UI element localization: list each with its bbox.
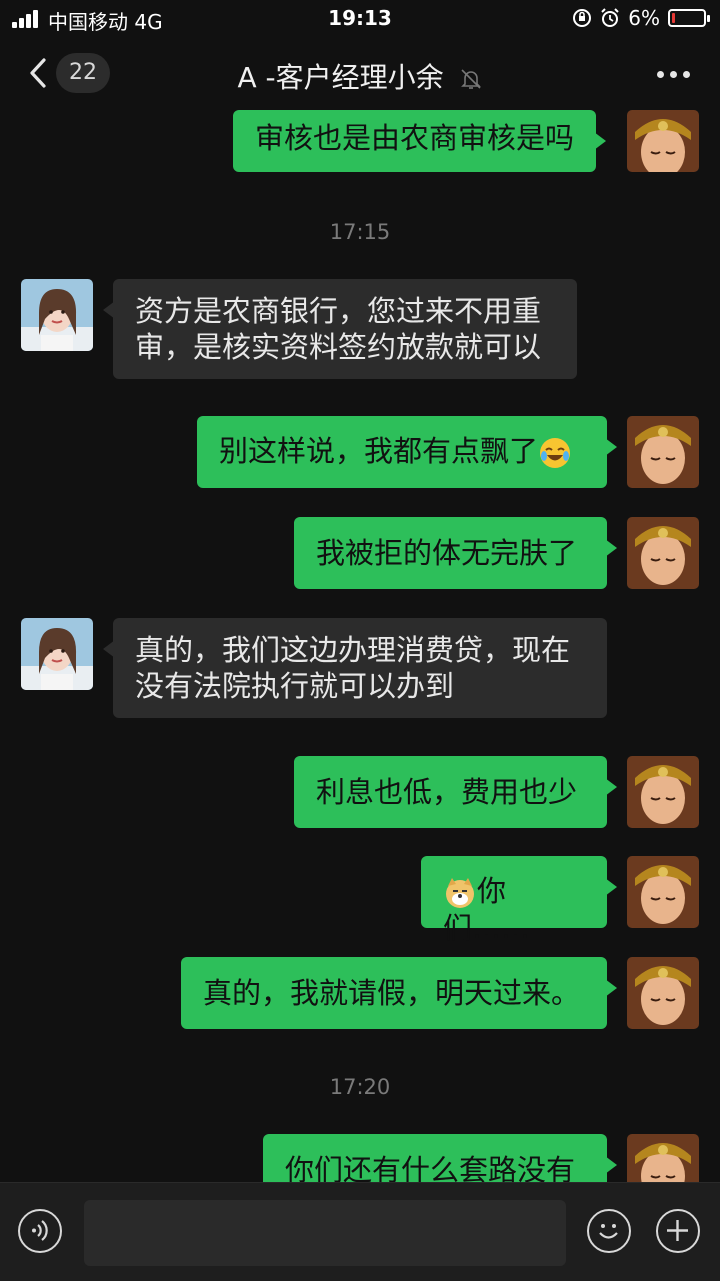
my-avatar[interactable] (627, 517, 699, 589)
chat-title: A -客户经理小余 (237, 61, 444, 94)
timestamp: 17:15 (329, 220, 391, 244)
message-bubble[interactable]: 我被拒的体无完肤了 (294, 517, 617, 589)
my-avatar[interactable] (627, 110, 699, 172)
my-avatar[interactable] (627, 756, 699, 828)
message-bubble[interactable]: 利息也低，费用也少 (294, 756, 617, 828)
battery-percent: 6% (628, 6, 660, 30)
my-avatar[interactable] (627, 856, 699, 928)
input-bar (0, 1182, 720, 1281)
contact-avatar[interactable] (21, 618, 93, 690)
message-bubble[interactable]: 资方是农商银行，您过来不用重审，是核实资料签约放款就可以 (103, 279, 577, 379)
chat-area: 审核也是由农商审核是吗 17:15 资方是农商银行，您过来不用重审，是核实资料签… (0, 110, 720, 1182)
rotation-lock-icon (573, 9, 592, 27)
voice-icon[interactable] (18, 1209, 62, 1253)
my-avatar[interactable] (627, 1134, 699, 1182)
my-avatar[interactable] (627, 416, 699, 488)
message-bubble[interactable]: 别这样说，我都有点飘了 (197, 416, 617, 488)
more-dots-icon[interactable] (657, 71, 690, 78)
message-text: 别这样说，我都有点飘了 (219, 434, 539, 468)
mute-bell-icon (460, 69, 481, 89)
message-bubble[interactable]: 真的，我就请假，明天过来。 (181, 957, 617, 1029)
emoji-icon[interactable] (587, 1209, 631, 1253)
message-bubble[interactable]: 真的，我们这边办理消费贷，现在没有法院执行就可以办到 (103, 618, 607, 718)
my-avatar[interactable] (627, 957, 699, 1029)
message-input[interactable] (84, 1200, 566, 1266)
message-bubble[interactable]: 审核也是由农商审核是吗 (233, 110, 607, 172)
doge-emoji (446, 878, 474, 908)
battery-icon (668, 9, 710, 27)
chat-header: 22 A -客户经理小余 (0, 38, 720, 110)
status-bar: 中国移动 4G 19:13 6% (0, 0, 720, 38)
timestamp: 17:20 (329, 1075, 391, 1099)
plus-icon[interactable] (656, 1209, 700, 1253)
alarm-icon (601, 8, 619, 27)
message-bubble[interactable]: 你们…… (421, 856, 617, 945)
message-bubble[interactable]: 你们还有什么套路没有 (263, 1134, 617, 1182)
contact-avatar[interactable] (21, 279, 93, 351)
laughing-crying-emoji (540, 438, 571, 468)
